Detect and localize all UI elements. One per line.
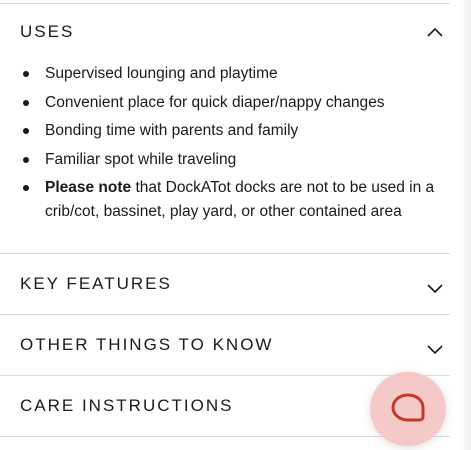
bullet xyxy=(23,156,29,163)
chat-button[interactable] xyxy=(370,372,446,446)
list-item-text: Supervised lounging and playtime xyxy=(45,65,278,82)
list-item: Bonding time with parents and family xyxy=(20,119,445,143)
section-title-uses: USES xyxy=(20,22,75,41)
bullet xyxy=(23,99,29,106)
divider xyxy=(0,314,450,315)
list-item-text: Bonding time with parents and family xyxy=(45,122,299,139)
bullet xyxy=(23,128,29,134)
edge-shadow xyxy=(459,0,471,450)
section-title-care: CARE INSTRUCTIONS xyxy=(20,396,234,415)
bullet xyxy=(23,71,29,77)
list-item: Please note that DockATot docks are not … xyxy=(20,176,445,224)
list-item-text: Convenient place for quick diaper/nappy … xyxy=(45,93,385,111)
accordion-header-other-things[interactable]: OTHER THINGS TO KNOW xyxy=(0,325,450,365)
section-title-other-things: OTHER THINGS TO KNOW xyxy=(20,335,274,354)
divider xyxy=(0,3,450,4)
section-title-key-features: KEY FEATURES xyxy=(20,274,172,293)
accordion-header-key-features[interactable]: KEY FEATURES xyxy=(0,264,450,304)
chevron-up-icon xyxy=(426,26,444,38)
divider xyxy=(0,375,450,376)
list-item-text: Familiar spot while traveling xyxy=(45,150,237,168)
accordion-header-uses[interactable]: USES xyxy=(0,12,450,52)
list-item: Convenient place for quick diaper/nappy … xyxy=(20,91,445,115)
divider xyxy=(0,253,450,254)
list-item: Supervised lounging and playtime xyxy=(20,62,445,86)
chat-bubble-icon xyxy=(391,393,425,422)
chevron-down-icon xyxy=(426,282,444,294)
product-details-accordion: USES Supervised lounging and playtime Co… xyxy=(0,0,471,450)
list-item: Familiar spot while traveling xyxy=(20,148,445,172)
uses-list: Supervised lounging and playtime Conveni… xyxy=(20,62,445,229)
list-item-bold: Please note xyxy=(45,179,132,196)
chevron-down-icon xyxy=(426,343,444,355)
bullet xyxy=(23,185,29,191)
